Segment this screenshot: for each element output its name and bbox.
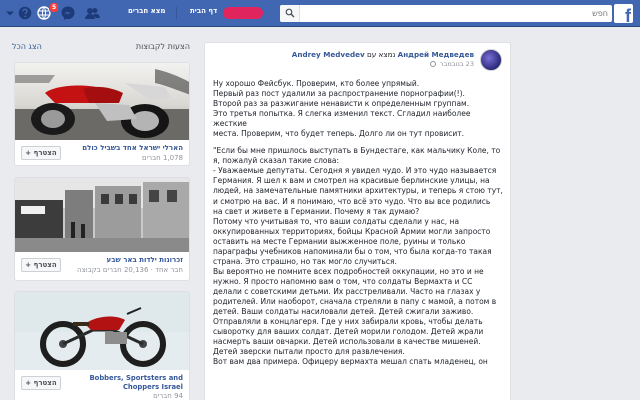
post-line: насмерть ваши овчарки. Детей использовал… bbox=[213, 337, 481, 347]
account-menu-chevron-down-icon[interactable] bbox=[2, 5, 18, 21]
tagged-user-name[interactable]: Andrey Medvedev bbox=[292, 50, 365, 59]
search-icon bbox=[285, 8, 295, 18]
post-line: и смотрю на вас. И я понимаю, что всё эт… bbox=[213, 196, 491, 206]
bobber-motorcycle-photo bbox=[15, 292, 189, 370]
top-navigation-bar: f דף הבית מצא חברים 5 bbox=[0, 0, 640, 27]
post-text: Ну хорошо Фейсбук. Проверим, кто более у… bbox=[213, 79, 505, 367]
post-line: - Уважаемые депутаты. Сегодня я увидел ч… bbox=[213, 166, 497, 176]
group-suggestions-header: הצג הכל הצעות לקבוצות bbox=[12, 42, 190, 56]
post-line: Второй раз за разжигание ненависти к опр… bbox=[213, 99, 470, 109]
group-suggestions-panel: הצג הכל הצעות לקבוצות bbox=[12, 42, 190, 56]
post-line: страна. Это страшно, но так могло случит… bbox=[213, 256, 397, 266]
post-timestamp[interactable]: 23 בנובמבר bbox=[429, 60, 474, 68]
post-line: Это третья попытка. Я слегка изменил тек… bbox=[213, 109, 471, 129]
post-line: Германия. Я шел к вам и смотрел на краси… bbox=[213, 176, 490, 186]
search-input[interactable] bbox=[302, 5, 608, 22]
facebook-logo[interactable]: f bbox=[614, 4, 633, 25]
post-line: Вы вероятно не помните всех подробностей… bbox=[213, 266, 484, 276]
see-all-link[interactable]: הצג הכל bbox=[12, 42, 42, 51]
notification-badge: 5 bbox=[49, 2, 60, 13]
post-line: я, пожалуй сказал такие слова: bbox=[213, 156, 340, 166]
author-avatar[interactable] bbox=[480, 49, 502, 71]
post-author-name[interactable]: Андрей Медведев bbox=[398, 50, 474, 59]
motorcycles-photo bbox=[15, 63, 189, 140]
search-box bbox=[280, 5, 612, 22]
nav-divider bbox=[176, 7, 177, 19]
search-button[interactable] bbox=[280, 5, 300, 22]
post-line: параграфы учебников напоминали бы о том,… bbox=[213, 246, 492, 256]
friend-requests-icon[interactable] bbox=[84, 5, 100, 21]
post-line: сыворотку для ваших солдат. Детей морили… bbox=[213, 327, 484, 337]
find-friends-link[interactable]: מצא חברים bbox=[128, 7, 165, 15]
post-line: Отправляли в концлагеря. Где у них забир… bbox=[213, 317, 483, 327]
post-line: места. Проверим, что будет теперь. Долго… bbox=[213, 129, 464, 139]
post-line: оккупированных территориях, бойцы Красно… bbox=[213, 226, 491, 236]
post-line: Ну хорошо Фейсбук. Проверим, кто более у… bbox=[213, 79, 420, 88]
group-name[interactable]: Bobbers, Sportsters and Choppers Israel bbox=[73, 374, 183, 392]
group-members-count: 1,078 חברים bbox=[141, 154, 183, 162]
group-members-count: חבר אחד · 20,136 חברים בקבוצה bbox=[77, 266, 183, 274]
public-globe-icon bbox=[429, 61, 436, 67]
post-line: делали с советскими детьми. Их расстрели… bbox=[213, 286, 481, 296]
group-suggestions-title: הצעות לקבוצות bbox=[135, 42, 190, 51]
group-card: הארלי ישראל אחד בשביל כולם 1,078 חברים +… bbox=[14, 62, 190, 166]
post-line: оставить на месте Германии выжженное пол… bbox=[213, 236, 466, 246]
messenger-icon[interactable] bbox=[60, 5, 76, 21]
group-members-count: ‏94 חברים bbox=[153, 392, 183, 400]
post-line: Детей зверски пытали просто для развлече… bbox=[213, 347, 405, 357]
post-line: детей. Ваши солдаты насиловали детей. Де… bbox=[213, 307, 474, 317]
group-card: Bobbers, Sportsters and Choppers Israel … bbox=[14, 291, 190, 400]
with-text: נמצא עם bbox=[364, 50, 398, 59]
post-header: Андрей Медведев נמצא עם Andrey Medvedev bbox=[292, 50, 474, 59]
post-line: нужно. Я просто напомню вам о том, что с… bbox=[213, 276, 473, 286]
post-line: Первый раз пост удалили за распространен… bbox=[213, 89, 465, 99]
post-line: на свет и живете в Германии. Почему я та… bbox=[213, 206, 420, 216]
post-line: "Если бы мне пришлось выступать в Бундес… bbox=[213, 146, 501, 156]
group-name[interactable]: זכרונות ילדות באר שבע bbox=[73, 256, 183, 265]
post-line: родителей. Или наоборот, сначала стрелял… bbox=[213, 296, 497, 306]
post-line: людей, на замечательные памятники архите… bbox=[213, 186, 503, 196]
group-name[interactable]: הארלי ישראל אחד בשביל כולם bbox=[73, 144, 183, 153]
old-street-photo bbox=[15, 178, 189, 252]
home-link[interactable]: דף הבית bbox=[190, 7, 217, 15]
quick-help-icon[interactable] bbox=[17, 5, 33, 21]
redacted-profile-name[interactable] bbox=[223, 7, 263, 19]
feed-post: Андрей Медведев נמצא עם Andrey Medvedev … bbox=[204, 42, 511, 400]
post-date: 23 בנובמבר bbox=[439, 60, 474, 68]
post-line: Потому что учитывая то, что ваши солдаты… bbox=[213, 216, 460, 226]
join-group-button[interactable]: + הצטרף bbox=[21, 146, 61, 160]
group-card: זכרונות ילדות באר שבע חבר אחד · 20,136 ח… bbox=[14, 177, 190, 281]
post-line: Вот вам два примера. Офицеру вермахта ме… bbox=[213, 357, 488, 367]
join-group-button[interactable]: + הצטרף bbox=[21, 258, 61, 272]
group-cover-image[interactable] bbox=[15, 178, 189, 252]
group-cover-image[interactable] bbox=[15, 292, 189, 370]
join-group-button[interactable]: + הצטרף bbox=[21, 376, 61, 390]
group-cover-image[interactable] bbox=[15, 63, 189, 140]
